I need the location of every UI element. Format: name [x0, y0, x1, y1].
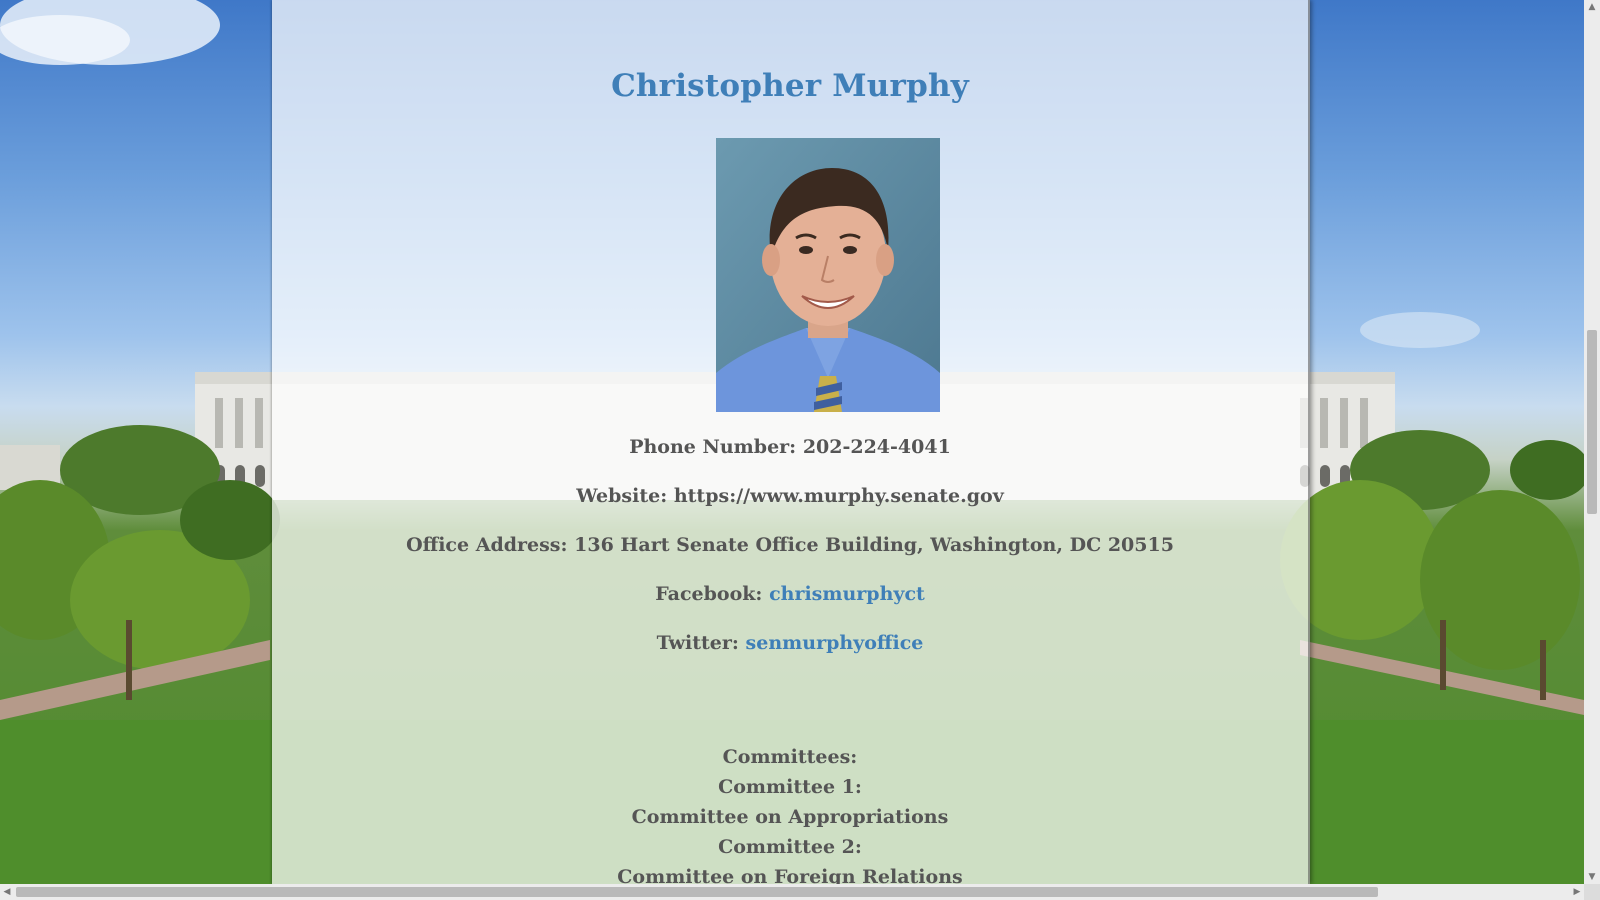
- website-value: https://www.murphy.senate.gov: [673, 485, 1004, 507]
- twitter-label: Twitter:: [656, 632, 739, 654]
- website-line: Website: https://www.murphy.senate.gov: [272, 485, 1308, 507]
- senator-name-heading: Christopher Murphy: [611, 68, 969, 104]
- page: Christopher Murphy Phone Number: 202-224…: [0, 0, 1600, 900]
- committee-1-name: Committee on Appropriations: [631, 806, 949, 828]
- facebook-label: Facebook:: [655, 583, 763, 605]
- vertical-scrollbar[interactable]: ▲ ▼: [1584, 0, 1600, 884]
- phone-label: Phone Number:: [629, 436, 797, 458]
- senator-portrait-photo: [716, 138, 940, 412]
- scrollbar-corner: [1584, 884, 1600, 900]
- phone-line: Phone Number: 202-224-4041: [272, 436, 1308, 458]
- scroll-left-arrow-icon[interactable]: ◀: [0, 884, 14, 900]
- facebook-line: Facebook: chrismurphyct: [272, 583, 1308, 605]
- committees-section: Committees: Committee 1: Committee on Ap…: [272, 742, 1308, 892]
- vertical-scrollbar-thumb[interactable]: [1587, 330, 1597, 514]
- phone-value: 202-224-4041: [802, 436, 951, 458]
- twitter-line: Twitter: senmurphyoffice: [272, 632, 1308, 654]
- scroll-down-arrow-icon[interactable]: ▼: [1584, 870, 1600, 884]
- twitter-link[interactable]: senmurphyoffice: [746, 632, 924, 654]
- scroll-up-arrow-icon[interactable]: ▲: [1584, 0, 1600, 14]
- committees-heading: Committees:: [722, 746, 858, 768]
- office-address-label: Office Address:: [406, 534, 568, 556]
- committee-1-label: Committee 1:: [718, 776, 862, 798]
- horizontal-scrollbar-thumb[interactable]: [16, 887, 1378, 897]
- office-address-value: 136 Hart Senate Office Building, Washing…: [574, 534, 1174, 556]
- senator-detail-panel: Christopher Murphy Phone Number: 202-224…: [272, 0, 1310, 888]
- committee-2-label: Committee 2:: [718, 836, 862, 858]
- office-address-line: Office Address: 136 Hart Senate Office B…: [272, 534, 1308, 556]
- website-label: Website:: [576, 485, 668, 507]
- horizontal-scrollbar[interactable]: ◀ ▶: [0, 884, 1600, 900]
- scroll-right-arrow-icon[interactable]: ▶: [1570, 884, 1584, 900]
- facebook-link[interactable]: chrismurphyct: [769, 583, 925, 605]
